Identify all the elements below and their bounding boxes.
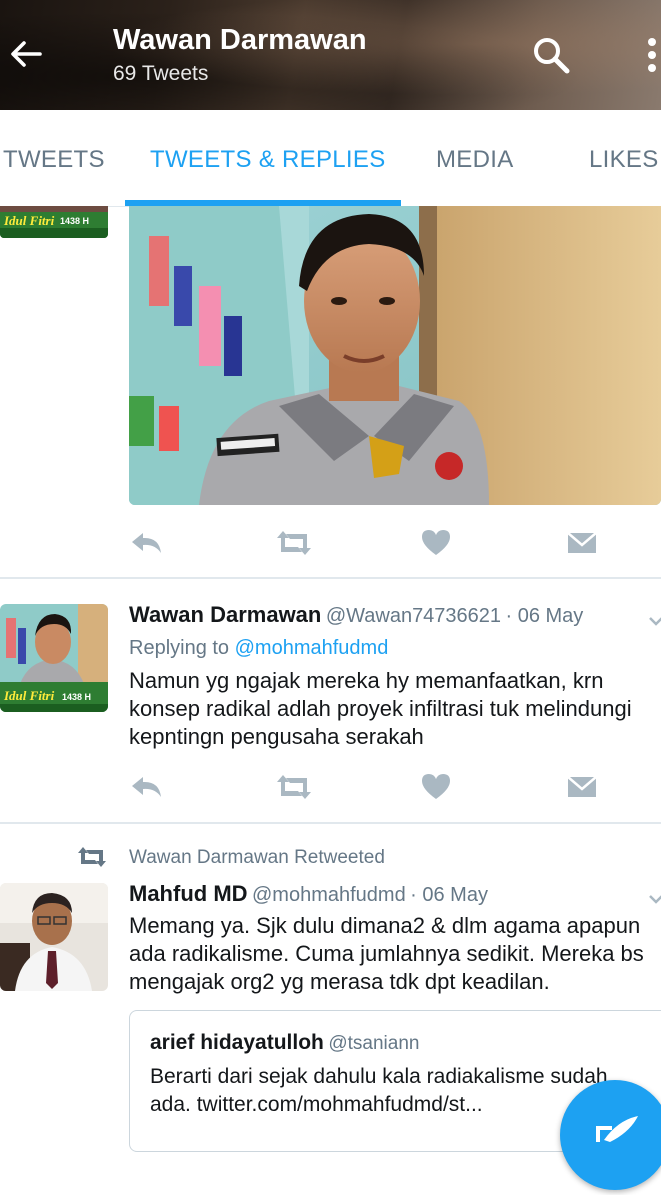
envelope-icon xyxy=(567,776,597,797)
tab-tweets[interactable]: TWEETS xyxy=(3,146,105,174)
tweet-date: · 06 May xyxy=(505,605,584,627)
retweet-button[interactable] xyxy=(274,771,314,803)
quoted-user-handle: @tsaniann xyxy=(328,1033,420,1054)
tweet-date: · 06 May xyxy=(410,884,488,906)
tab-media[interactable]: MEDIA xyxy=(436,146,514,174)
direct-message-button[interactable] xyxy=(562,771,602,803)
direct-message-button[interactable] xyxy=(562,527,602,559)
reply-button[interactable] xyxy=(129,527,169,559)
tweet-text: Memang ya. Sjk dulu dimana2 & dlm agama … xyxy=(129,913,644,994)
more-vertical-icon xyxy=(648,38,656,72)
search-icon xyxy=(534,38,570,74)
heart-icon xyxy=(422,530,450,555)
back-arrow-icon xyxy=(11,41,42,67)
retweet-icon xyxy=(277,775,311,799)
heart-icon xyxy=(422,774,450,799)
user-handle: @mohmahfudmd xyxy=(251,884,406,906)
replying-to-prefix: Replying to xyxy=(129,637,230,659)
badge-text: Idul Fitri xyxy=(3,688,55,703)
retweet-icon xyxy=(277,531,311,555)
compose-quill-icon xyxy=(596,1116,638,1142)
display-name[interactable]: Mahfud MD xyxy=(129,881,248,906)
retweet-icon xyxy=(78,847,106,867)
envelope-icon xyxy=(567,532,597,553)
more-options-button[interactable] xyxy=(640,34,660,76)
profile-name-title: Wawan Darmawan xyxy=(113,24,367,56)
compose-tweet-button[interactable] xyxy=(560,1080,661,1190)
badge-text: Idul Fitri xyxy=(3,213,55,228)
search-button[interactable] xyxy=(530,34,572,76)
tweet-header: Mahfud MD @mohmahfudmd · 06 May xyxy=(129,881,488,907)
tab-tweets-and-replies[interactable]: TWEETS & REPLIES xyxy=(150,146,386,174)
profile-header: Wawan Darmawan 69 Tweets xyxy=(0,0,661,110)
like-button[interactable] xyxy=(416,527,456,559)
reply-icon xyxy=(132,533,161,553)
quoted-display-name: arief hidayatulloh xyxy=(150,1031,324,1054)
display-name[interactable]: Wawan Darmawan xyxy=(129,602,321,627)
tweet-count: 69 Tweets xyxy=(113,62,209,85)
retweet-button[interactable] xyxy=(274,527,314,559)
avatar[interactable] xyxy=(0,883,108,991)
profile-tabs: TWEETS TWEETS & REPLIES MEDIA LIKES xyxy=(0,110,661,207)
avatar[interactable]: Idul Fitri 1438 H xyxy=(0,206,108,238)
badge-year: 1438 H xyxy=(60,216,89,226)
reply-icon xyxy=(132,777,161,797)
avatar[interactable]: Idul Fitri 1438 H xyxy=(0,604,108,712)
tweet-header: Wawan Darmawan @Wawan74736621 · 06 May xyxy=(129,602,583,628)
quoted-tweet-header: arief hidayatulloh @tsaniann xyxy=(150,1031,419,1055)
tweet-text: Namun yg ngajak mereka hy memanfaatkan, … xyxy=(129,668,632,749)
chevron-down-icon[interactable] xyxy=(648,892,661,908)
reply-mention-link[interactable]: @mohmahfudmd xyxy=(235,637,389,659)
reply-button[interactable] xyxy=(129,771,169,803)
user-handle: @Wawan74736621 xyxy=(325,605,502,627)
tab-likes[interactable]: LIKES xyxy=(589,146,659,174)
badge-year: 1438 H xyxy=(62,692,91,702)
divider xyxy=(0,577,661,579)
replying-to: Replying to @mohmahfudmd xyxy=(129,637,388,660)
back-button[interactable] xyxy=(6,34,46,74)
retweeted-by-label[interactable]: Wawan Darmawan Retweeted xyxy=(129,847,385,869)
tweet-photo[interactable] xyxy=(129,206,661,505)
chevron-down-icon[interactable] xyxy=(648,614,661,630)
like-button[interactable] xyxy=(416,771,456,803)
divider xyxy=(0,822,661,824)
